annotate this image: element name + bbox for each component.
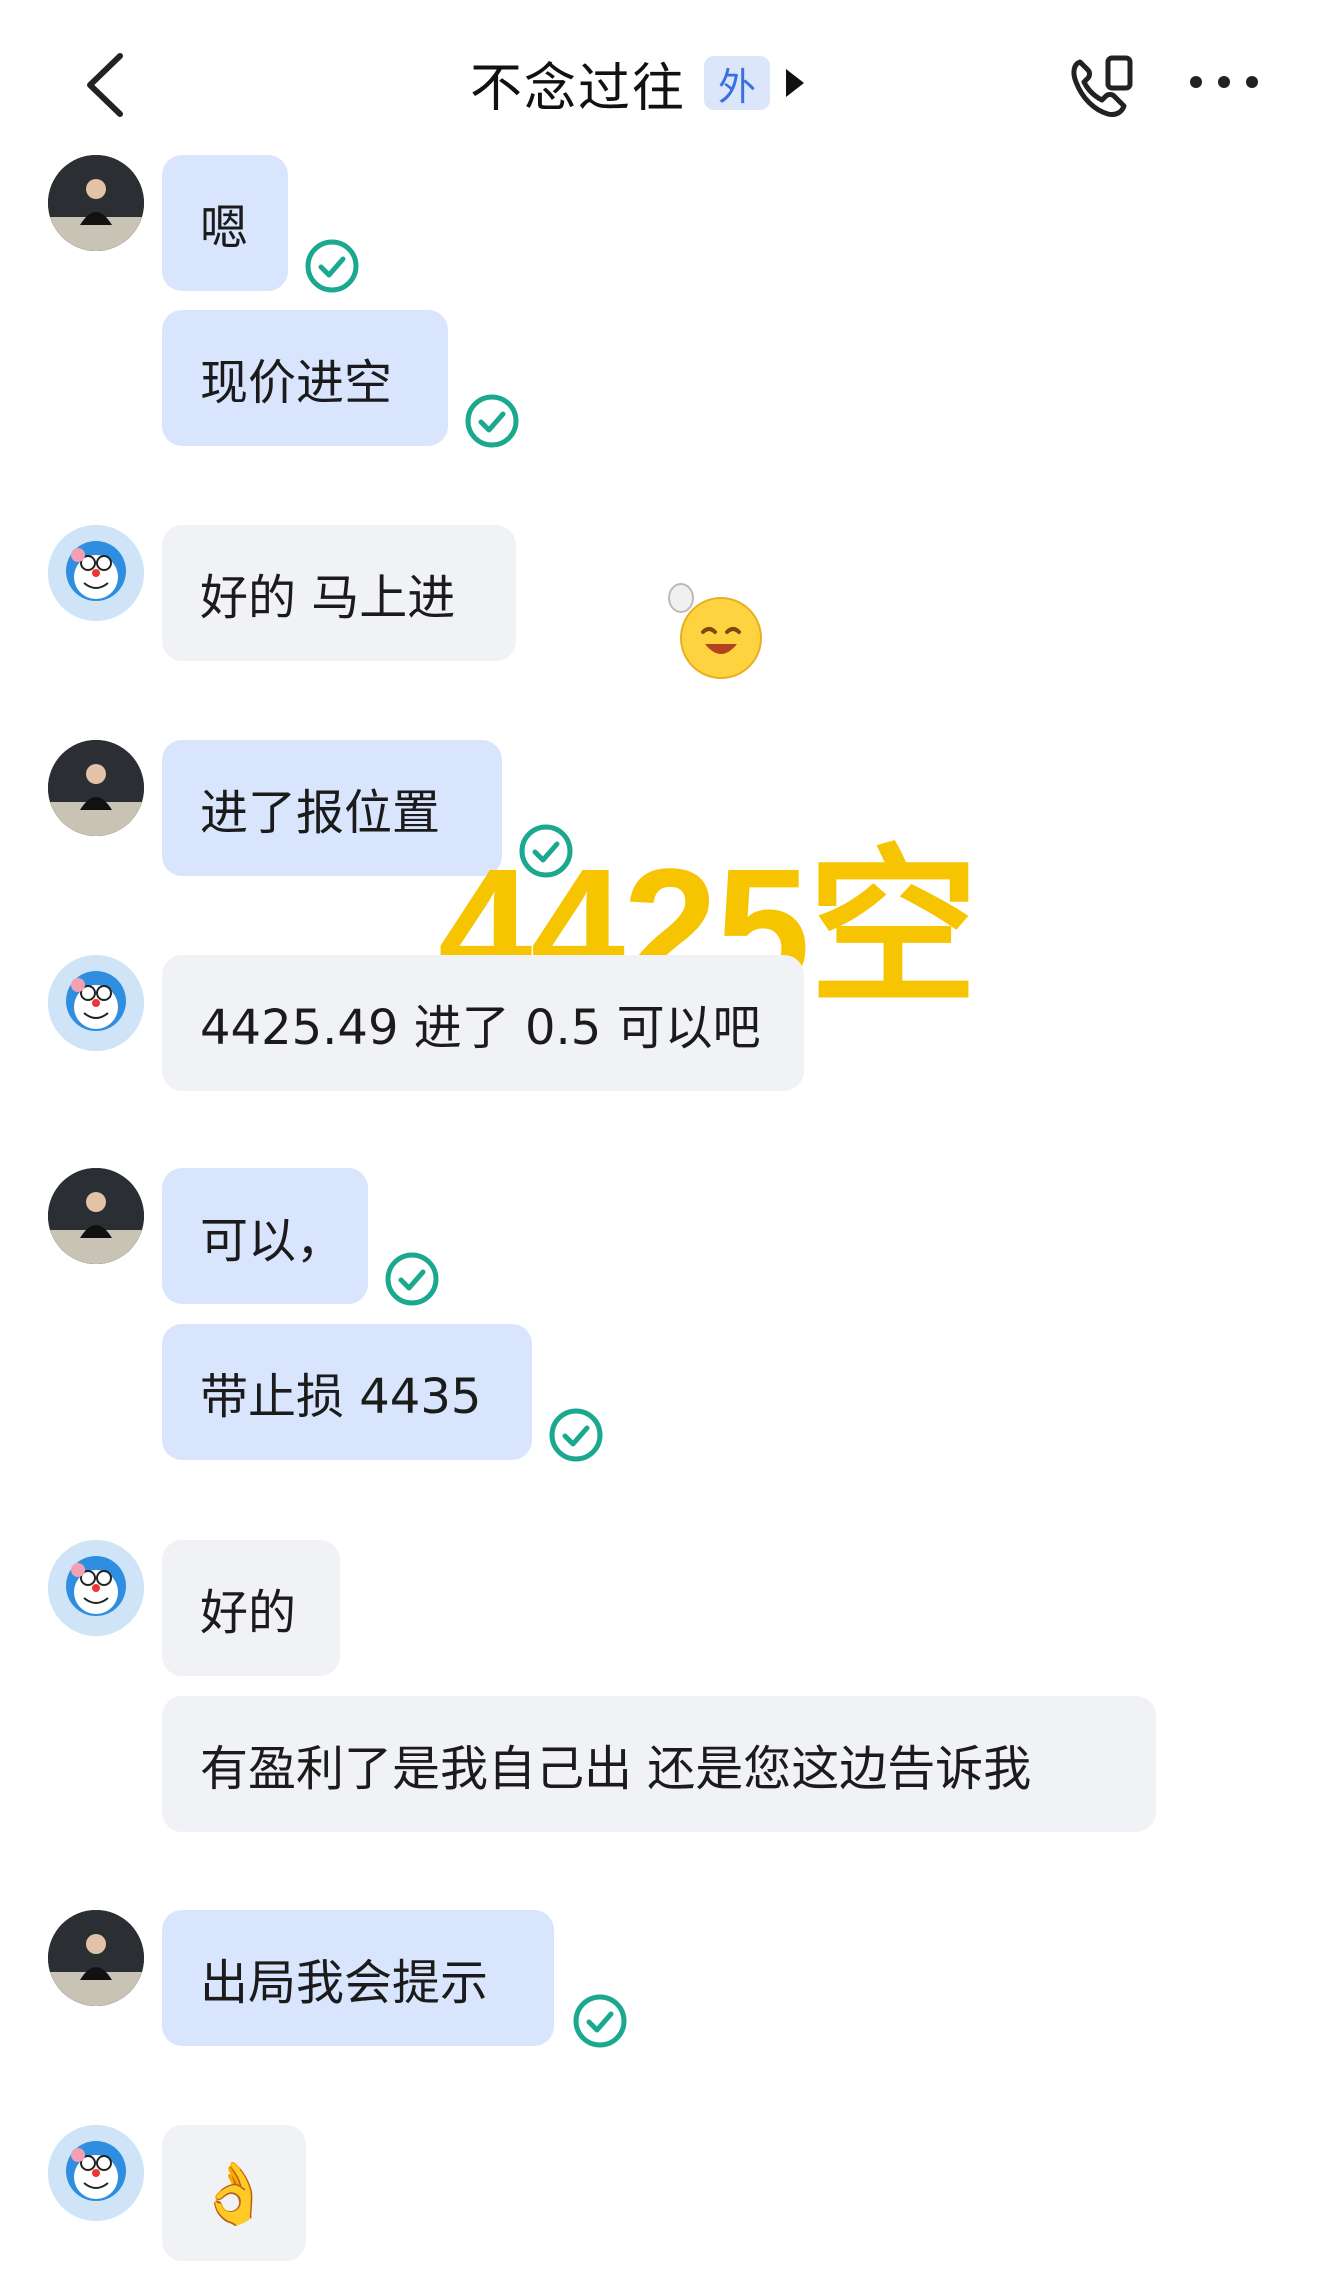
avatar-self[interactable] (48, 155, 144, 251)
read-check-icon (385, 1252, 439, 1306)
avatar-other[interactable] (48, 1540, 144, 1636)
read-check-icon (465, 394, 519, 448)
message-text: 现价进空 (200, 355, 393, 411)
message-text: 嗯 (200, 200, 249, 256)
message-text: 有盈利了是我自己出 还是您这边告诉我 (200, 1741, 1032, 1797)
message-bubble[interactable]: 有盈利了是我自己出 还是您这边告诉我 (162, 1696, 1156, 1832)
back-arrow-icon[interactable] (82, 50, 126, 120)
read-check-icon (305, 239, 359, 293)
message-text: 4425.49 进了 0.5 可以吧 (200, 1000, 761, 1056)
message-text: 好的 马上进 (200, 570, 456, 626)
message-text: 可以， (200, 1213, 345, 1269)
phone-call-icon[interactable] (1066, 52, 1136, 122)
external-badge: 外 (704, 56, 771, 110)
message-text: 进了报位置 (200, 785, 441, 841)
avatar-other[interactable] (48, 955, 144, 1051)
message-bubble[interactable]: 4425.49 进了 0.5 可以吧 (162, 955, 804, 1091)
more-options-icon[interactable] (1188, 72, 1260, 92)
avatar-other[interactable] (48, 2125, 144, 2221)
message-bubble[interactable]: 带止损 4435 (162, 1324, 532, 1460)
message-bubble[interactable]: 👌 (162, 2125, 306, 2261)
chat-title-wrap[interactable]: 不念过往 外 (470, 48, 805, 119)
message-bubble[interactable]: 可以， (162, 1168, 368, 1304)
avatar-other[interactable] (48, 525, 144, 621)
read-check-icon (549, 1408, 603, 1462)
message-text: 出局我会提示 (200, 1955, 489, 2011)
message-text: 好的 (200, 1585, 297, 1641)
avatar-self[interactable] (48, 1910, 144, 2006)
message-bubble[interactable]: 现价进空 (162, 310, 448, 446)
message-text: 带止损 4435 (200, 1369, 482, 1425)
message-bubble[interactable]: 好的 马上进 (162, 525, 516, 661)
avatar-self[interactable] (48, 1168, 144, 1264)
chat-title: 不念过往 (470, 58, 687, 119)
ok-hand-emoji-icon: 👌 (196, 2158, 272, 2229)
chat-header: 不念过往 外 (0, 0, 1320, 150)
avatar-self[interactable] (48, 740, 144, 836)
title-expand-icon (786, 69, 805, 97)
message-bubble[interactable]: 好的 (162, 1540, 340, 1676)
message-bubble[interactable]: 出局我会提示 (162, 1910, 554, 2046)
smiling-face-emoji-icon (668, 583, 762, 679)
message-bubble[interactable]: 嗯 (162, 155, 288, 291)
read-check-icon (573, 1994, 627, 2048)
